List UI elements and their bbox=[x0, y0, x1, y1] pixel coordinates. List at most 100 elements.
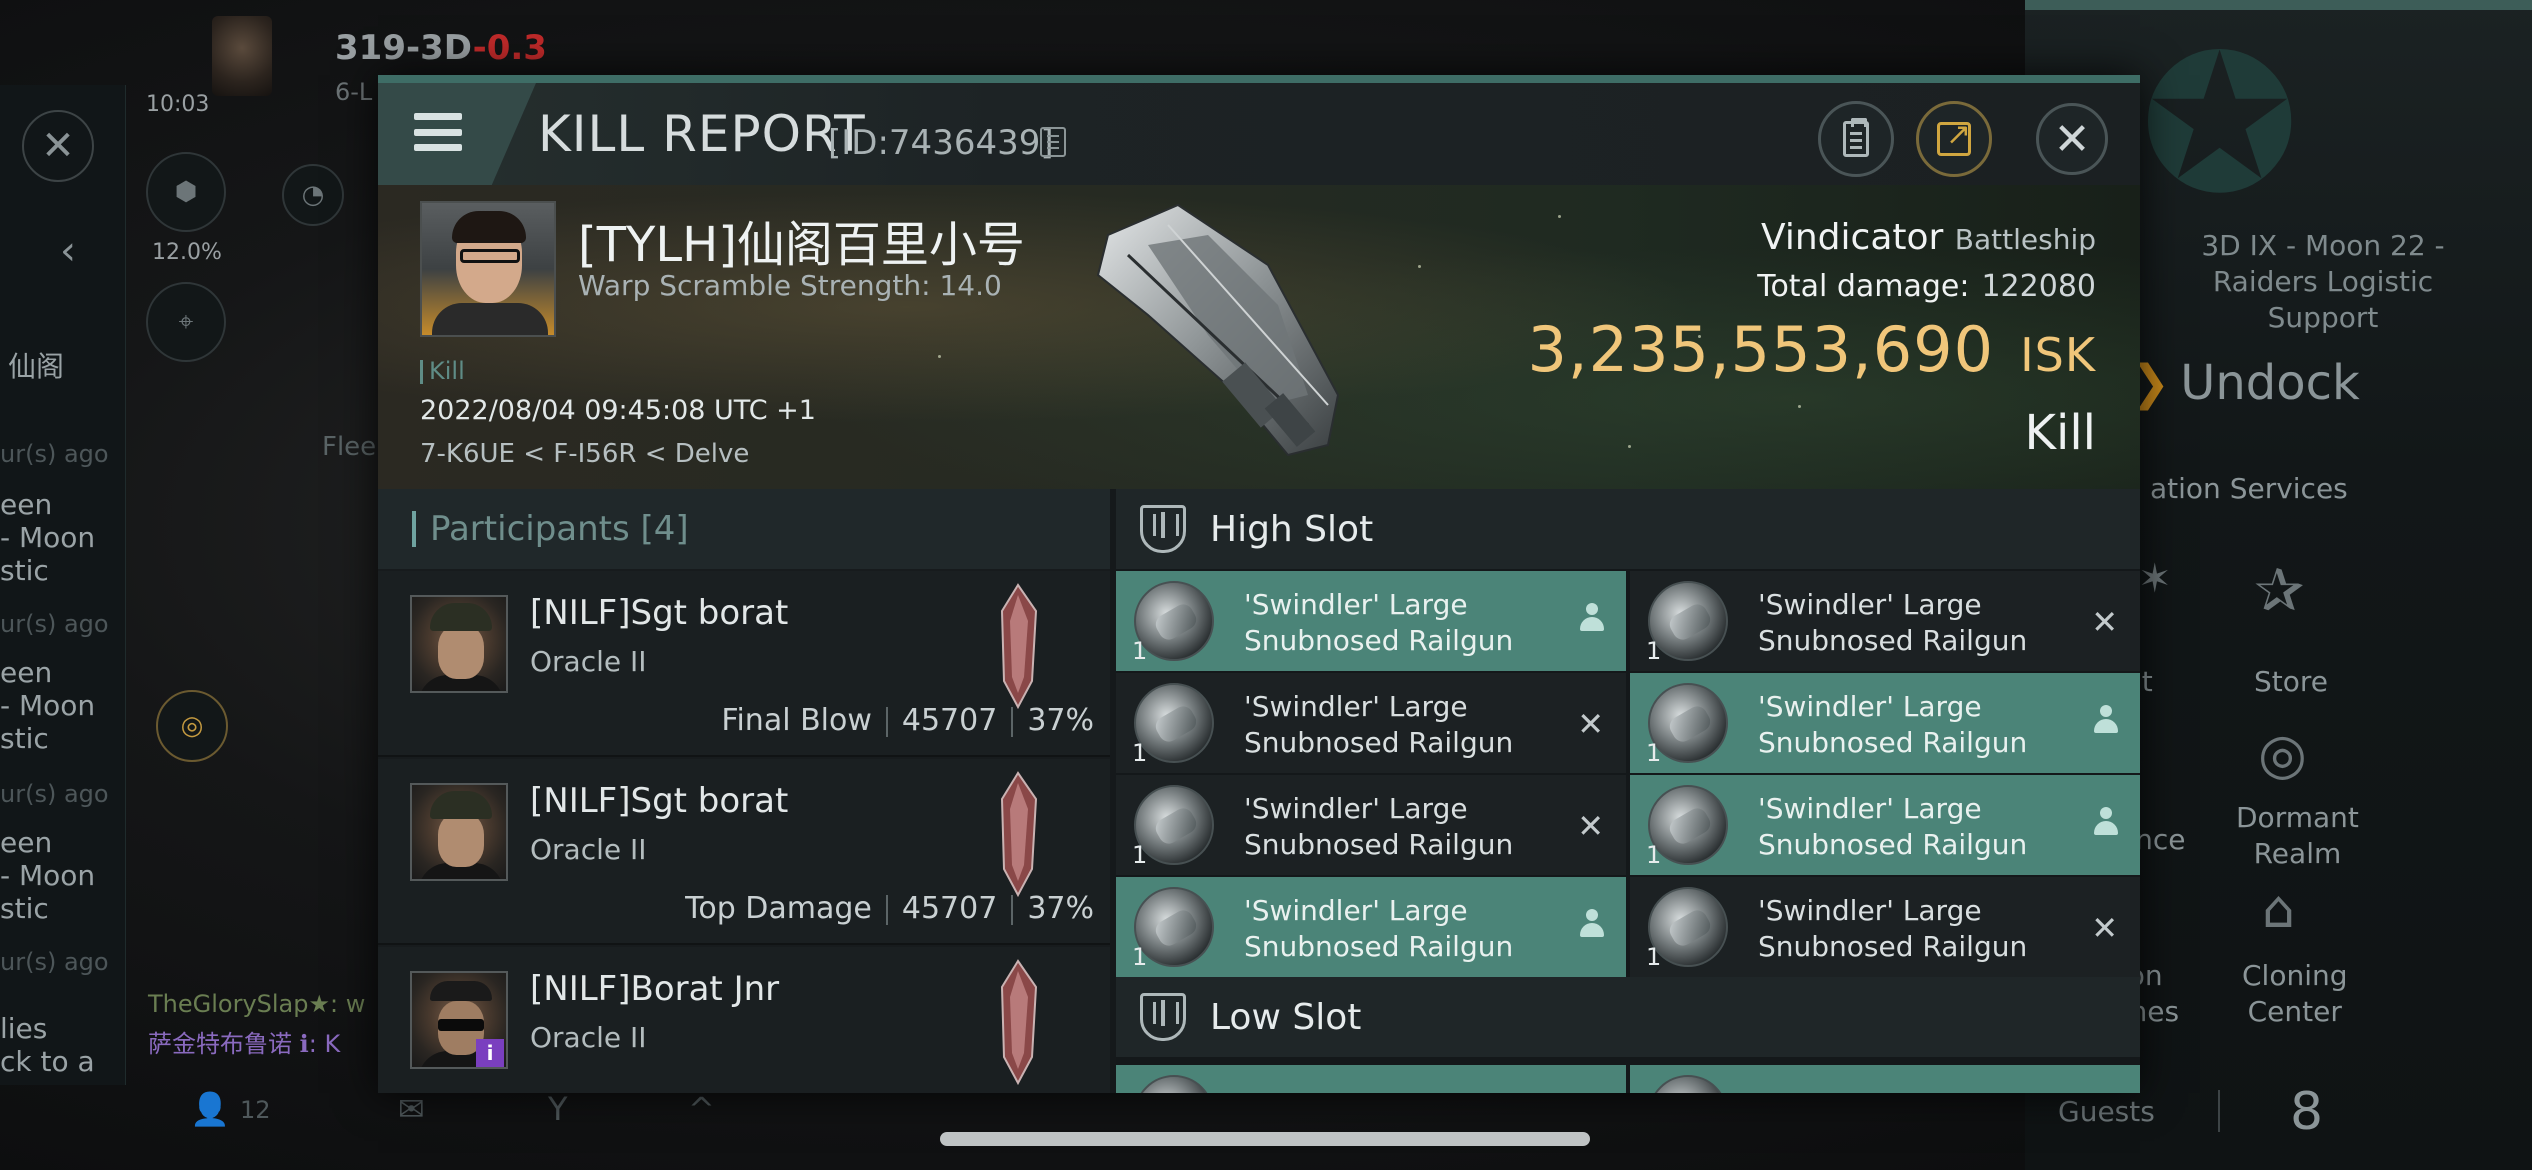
cargo-icon[interactable]: ⬢ bbox=[146, 152, 226, 232]
module-quantity: 1 bbox=[1646, 739, 1662, 767]
skill-icon[interactable]: ◔ bbox=[282, 164, 344, 226]
participant-ship-image bbox=[1000, 771, 1038, 898]
participant-row[interactable]: i [NILF]Borat Jnr Oracle II bbox=[378, 947, 1110, 1093]
low-slot-icon bbox=[1140, 993, 1186, 1041]
participant-avatar bbox=[410, 783, 508, 881]
chat-time: ur(s) ago bbox=[0, 440, 109, 468]
module-cell[interactable]: 1 'Swindler' Large Snubnosed Railgun bbox=[1116, 877, 1626, 977]
chat-message: lies ck to a bbox=[0, 1012, 95, 1079]
cloning-icon: ⌂ bbox=[2262, 880, 2296, 940]
system-subtitle: 6-L bbox=[335, 78, 373, 106]
copy-icon[interactable] bbox=[1040, 127, 1066, 157]
mail-icon[interactable]: ✉ bbox=[398, 1090, 425, 1128]
destroyed-x-icon: ✕ bbox=[1577, 705, 1604, 743]
module-name: 'Swindler' Large Snubnosed Railgun bbox=[1244, 588, 1514, 657]
antenna-icon[interactable]: Y bbox=[548, 1090, 568, 1128]
person-icon[interactable]: 👤 bbox=[190, 1090, 230, 1128]
close-icon: ✕ bbox=[2053, 113, 2091, 165]
module-icon bbox=[1134, 1075, 1214, 1093]
report-id: [ID:7436439] bbox=[828, 123, 1054, 163]
warp-scramble-strength: Warp Scramble Strength: 14.0 bbox=[578, 269, 1002, 302]
module-name: 'Swindler' Large Snubnosed Railgun bbox=[1244, 690, 1514, 759]
module-name: 'Swindler' Large Snubnosed Railgun bbox=[1758, 588, 2028, 657]
high-slot-icon bbox=[1140, 505, 1186, 553]
low-slot-header: Low Slot bbox=[1116, 977, 2140, 1057]
participants-header: Participants [4] bbox=[378, 489, 1110, 569]
participants-panel: Participants [4] [NILF]Sgt borat Oracle … bbox=[378, 489, 1110, 1093]
chat-message: een - Moon stic bbox=[0, 488, 96, 588]
dropped-person-icon bbox=[2092, 807, 2120, 841]
participant-name: [NILF]Borat Jnr bbox=[530, 969, 780, 1009]
total-damage: Total damage: 122080 bbox=[1757, 269, 2096, 304]
dormant-realm-button[interactable]: Dormant Realm bbox=[2236, 800, 2359, 872]
victim-ship-name[interactable]: Vindicator Battleship bbox=[1761, 217, 2096, 258]
participant-ship: Oracle II bbox=[530, 1021, 647, 1054]
module-quantity: 1 bbox=[1646, 943, 1662, 971]
kill-location[interactable]: 7-K6UE < F-I56R < Delve bbox=[420, 439, 749, 469]
module-cell[interactable]: 1 'Swindler' Large Snubnosed Railgun ✕ bbox=[1630, 571, 2140, 671]
isk-value: 3,235,553,690 ISK bbox=[1527, 313, 2096, 386]
cloning-center-button[interactable]: Cloning Center bbox=[2242, 958, 2348, 1030]
chat-message: een - Moon stic bbox=[0, 656, 96, 756]
agent-icon: ✶ bbox=[2138, 556, 2172, 602]
home-indicator bbox=[940, 1132, 1590, 1146]
chat-message: een - Moon stic bbox=[0, 826, 96, 926]
undock-button[interactable]: ❯ Undock bbox=[2130, 355, 2360, 411]
victim-name[interactable]: [TYLH]仙阁百里小号 bbox=[578, 205, 1025, 275]
system-name: 319-3D-0.3 bbox=[335, 28, 547, 68]
modal-title: KILL REPORT bbox=[538, 105, 866, 163]
destroyed-x-icon: ✕ bbox=[2091, 909, 2118, 947]
store-icon: ✰ bbox=[2254, 556, 2305, 626]
chat-close-button[interactable]: ✕ bbox=[22, 110, 94, 182]
participant-ship: Oracle II bbox=[530, 645, 647, 678]
dropped-person-icon bbox=[2092, 705, 2120, 739]
chevron-left-icon[interactable]: ‹ bbox=[60, 228, 76, 274]
modal-header: KILL REPORT [ID:7436439] ✕ bbox=[378, 83, 2140, 185]
victim-ship-image[interactable] bbox=[1088, 195, 1358, 475]
destroyed-x-icon: ✕ bbox=[2091, 603, 2118, 641]
destroyed-x-icon: ✕ bbox=[1577, 807, 1604, 845]
module-cell[interactable]: 1 'Swindler' Large Snubnosed Railgun bbox=[1116, 571, 1626, 671]
module-cell[interactable]: 1 'Swindler' Large Snubnosed Railgun ✕ bbox=[1630, 877, 2140, 977]
module-name: 'Swindler' Large Snubnosed Railgun bbox=[1244, 894, 1514, 963]
info-badge-icon: i bbox=[476, 1039, 504, 1067]
close-button[interactable]: ✕ bbox=[2036, 103, 2108, 175]
module-cell[interactable]: 1 'Swindler' Large Snubnosed Railgun bbox=[1630, 673, 2140, 773]
participant-row[interactable]: [NILF]Sgt borat Oracle II Top Damage 4570… bbox=[378, 759, 1110, 945]
chat-time: ur(s) ago bbox=[0, 610, 109, 638]
module-quantity: 1 bbox=[1132, 739, 1148, 767]
participant-row[interactable]: [NILF]Sgt borat Oracle II Final Blow 4570… bbox=[378, 571, 1110, 757]
guests-label: Guests bbox=[2058, 1095, 2155, 1128]
share-button[interactable] bbox=[1916, 101, 1992, 177]
pilot-avatar[interactable] bbox=[212, 16, 272, 96]
participant-stats: Final Blow 45707 37% bbox=[721, 703, 1094, 738]
chat-channel-name: 仙阁 bbox=[8, 350, 65, 383]
clipboard-button[interactable] bbox=[1818, 101, 1894, 177]
chat-line: TheGlorySlap★: w bbox=[148, 990, 366, 1018]
module-cell[interactable] bbox=[1116, 1065, 1626, 1093]
location-pin-icon[interactable]: ⌖ bbox=[146, 282, 226, 362]
module-name: 'Swindler' Large Snubnosed Railgun bbox=[1758, 792, 2028, 861]
dropped-person-icon bbox=[1578, 909, 1606, 943]
module-cell[interactable] bbox=[1630, 1065, 2140, 1093]
participant-name: [NILF]Sgt borat bbox=[530, 781, 789, 821]
dormant-realm-icon: ◎ bbox=[2258, 722, 2307, 787]
module-cell[interactable]: 1 'Swindler' Large Snubnosed Railgun bbox=[1630, 775, 2140, 875]
participant-ship-image bbox=[1000, 583, 1038, 710]
participant-avatar bbox=[410, 595, 508, 693]
module-name: 'Swindler' Large Snubnosed Railgun bbox=[1758, 690, 2028, 759]
chevron-up-icon[interactable]: ^ bbox=[688, 1090, 715, 1128]
fitting-panel: High Slot Low Slot 1 'Swindler' Large Snub… bbox=[1116, 489, 2140, 1093]
corp-star-icon: ✪ bbox=[2140, 14, 2300, 235]
kill-report-modal: KILL REPORT [ID:7436439] ✕ [TYLH]仙阁百里小号 … bbox=[378, 75, 2140, 1093]
module-quantity: 1 bbox=[1646, 637, 1662, 665]
victim-portrait[interactable] bbox=[420, 201, 556, 337]
module-cell[interactable]: 1 'Swindler' Large Snubnosed Railgun ✕ bbox=[1116, 775, 1626, 875]
target-icon[interactable]: ◎ bbox=[156, 690, 228, 762]
menu-icon[interactable] bbox=[414, 113, 462, 151]
store-button[interactable]: Store bbox=[2254, 664, 2328, 700]
module-cell[interactable]: 1 'Swindler' Large Snubnosed Railgun ✕ bbox=[1116, 673, 1626, 773]
module-quantity: 1 bbox=[1646, 841, 1662, 869]
kill-tag: Kill bbox=[420, 357, 465, 385]
kill-result: Kill bbox=[2024, 405, 2096, 461]
